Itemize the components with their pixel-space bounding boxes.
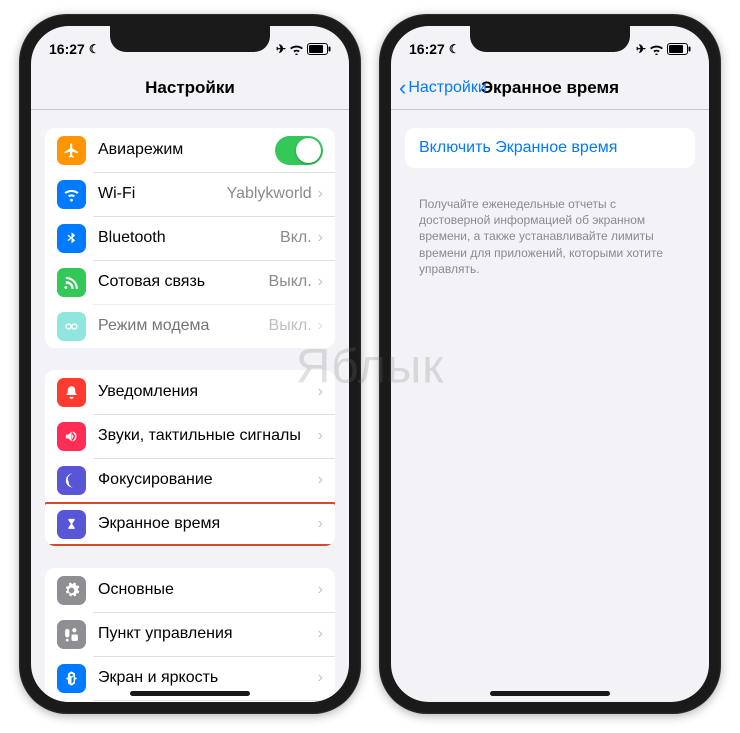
notch bbox=[110, 26, 270, 52]
airplane-icon bbox=[57, 136, 86, 165]
status-time: 16:27 bbox=[409, 41, 445, 57]
airplane-status-icon: ✈︎ bbox=[636, 42, 646, 56]
row-label: Сотовая связь bbox=[98, 273, 269, 291]
wifi-icon bbox=[57, 180, 86, 209]
page-title: Экранное время bbox=[481, 78, 619, 98]
wifi-status-icon bbox=[649, 44, 664, 55]
chevron-right-icon: › bbox=[318, 515, 323, 533]
settings-row[interactable]: Основные› bbox=[45, 568, 335, 612]
control-center-icon bbox=[57, 620, 86, 649]
row-label: Wi-Fi bbox=[98, 185, 227, 203]
settings-row[interactable]: Экран «Домой»› bbox=[45, 700, 335, 702]
settings-row[interactable]: Звуки, тактильные сигналы› bbox=[45, 414, 335, 458]
phone-left: 16:27 ☾ ✈︎ Настройки Авиарежим Wi-FiYably… bbox=[19, 14, 361, 714]
action-group: Включить Экранное время bbox=[405, 128, 695, 168]
settings-row[interactable]: Экранное время› bbox=[45, 502, 335, 546]
settings-row[interactable]: Фокусирование› bbox=[45, 458, 335, 502]
row-value: Вкл. bbox=[280, 229, 312, 247]
enable-screentime-button[interactable]: Включить Экранное время bbox=[405, 128, 695, 168]
row-label: Bluetooth bbox=[98, 229, 280, 247]
row-label: Авиарежим bbox=[98, 141, 275, 159]
row-label: Режим модема bbox=[98, 317, 269, 335]
row-label: Уведомления bbox=[98, 383, 318, 401]
row-value: Выкл. bbox=[269, 317, 312, 335]
settings-row[interactable]: Уведомления› bbox=[45, 370, 335, 414]
wifi-status-icon bbox=[289, 44, 304, 55]
toggle-switch[interactable] bbox=[275, 136, 323, 165]
row-value: Yablykworld bbox=[227, 185, 312, 203]
settings-group: Авиарежим Wi-FiYablykworld › BluetoothВкл. ›… bbox=[45, 128, 335, 348]
nav-bar: Настройки bbox=[31, 66, 349, 110]
settings-row[interactable]: Wi-FiYablykworld › bbox=[45, 172, 335, 216]
page-title: Настройки bbox=[145, 78, 235, 98]
display-icon bbox=[57, 664, 86, 693]
chevron-right-icon: › bbox=[318, 581, 323, 599]
footer-description: Получайте еженедельные отчеты с достовер… bbox=[391, 190, 709, 277]
row-value: Выкл. bbox=[269, 273, 312, 291]
dnd-moon-icon: ☾ bbox=[89, 42, 100, 56]
row-label: Экранное время bbox=[98, 515, 318, 533]
notifications-icon bbox=[57, 378, 86, 407]
chevron-right-icon: › bbox=[318, 229, 323, 247]
dnd-moon-icon: ☾ bbox=[449, 42, 460, 56]
row-label: Пункт управления bbox=[98, 625, 318, 643]
row-label: Звуки, тактильные сигналы bbox=[98, 427, 318, 445]
chevron-right-icon: › bbox=[318, 427, 323, 445]
row-label: Экран и яркость bbox=[98, 669, 318, 687]
chevron-right-icon: › bbox=[318, 471, 323, 489]
chevron-left-icon: ‹ bbox=[399, 75, 406, 101]
battery-icon bbox=[667, 43, 691, 55]
settings-row[interactable]: Режим модемаВыкл. › bbox=[45, 304, 335, 348]
nav-bar: ‹ Настройки Экранное время bbox=[391, 66, 709, 110]
settings-group: Основные›Пункт управления›Экран и яркост… bbox=[45, 568, 335, 702]
status-time: 16:27 bbox=[49, 41, 85, 57]
settings-row[interactable]: Авиарежим bbox=[45, 128, 335, 172]
settings-row[interactable]: Пункт управления› bbox=[45, 612, 335, 656]
chevron-right-icon: › bbox=[318, 185, 323, 203]
chevron-right-icon: › bbox=[318, 273, 323, 291]
settings-row[interactable]: Сотовая связьВыкл. › bbox=[45, 260, 335, 304]
row-label: Фокусирование bbox=[98, 471, 318, 489]
bluetooth-icon bbox=[57, 224, 86, 253]
focus-icon bbox=[57, 466, 86, 495]
hotspot-icon bbox=[57, 312, 86, 341]
back-label: Настройки bbox=[408, 79, 486, 97]
home-indicator bbox=[130, 691, 250, 696]
screentime-icon bbox=[57, 510, 86, 539]
row-label: Основные bbox=[98, 581, 318, 599]
notch bbox=[470, 26, 630, 52]
home-indicator bbox=[490, 691, 610, 696]
back-button[interactable]: ‹ Настройки bbox=[399, 75, 487, 101]
phone-right: 16:27 ☾ ✈︎ ‹ Настройки bbox=[379, 14, 721, 714]
chevron-right-icon: › bbox=[318, 317, 323, 335]
chevron-right-icon: › bbox=[318, 625, 323, 643]
airplane-status-icon: ✈︎ bbox=[276, 42, 286, 56]
chevron-right-icon: › bbox=[318, 669, 323, 687]
cellular-icon bbox=[57, 268, 86, 297]
chevron-right-icon: › bbox=[318, 383, 323, 401]
general-icon bbox=[57, 576, 86, 605]
battery-icon bbox=[307, 43, 331, 55]
settings-row[interactable]: BluetoothВкл. › bbox=[45, 216, 335, 260]
settings-group: Уведомления›Звуки, тактильные сигналы›Фо… bbox=[45, 370, 335, 546]
sounds-icon bbox=[57, 422, 86, 451]
